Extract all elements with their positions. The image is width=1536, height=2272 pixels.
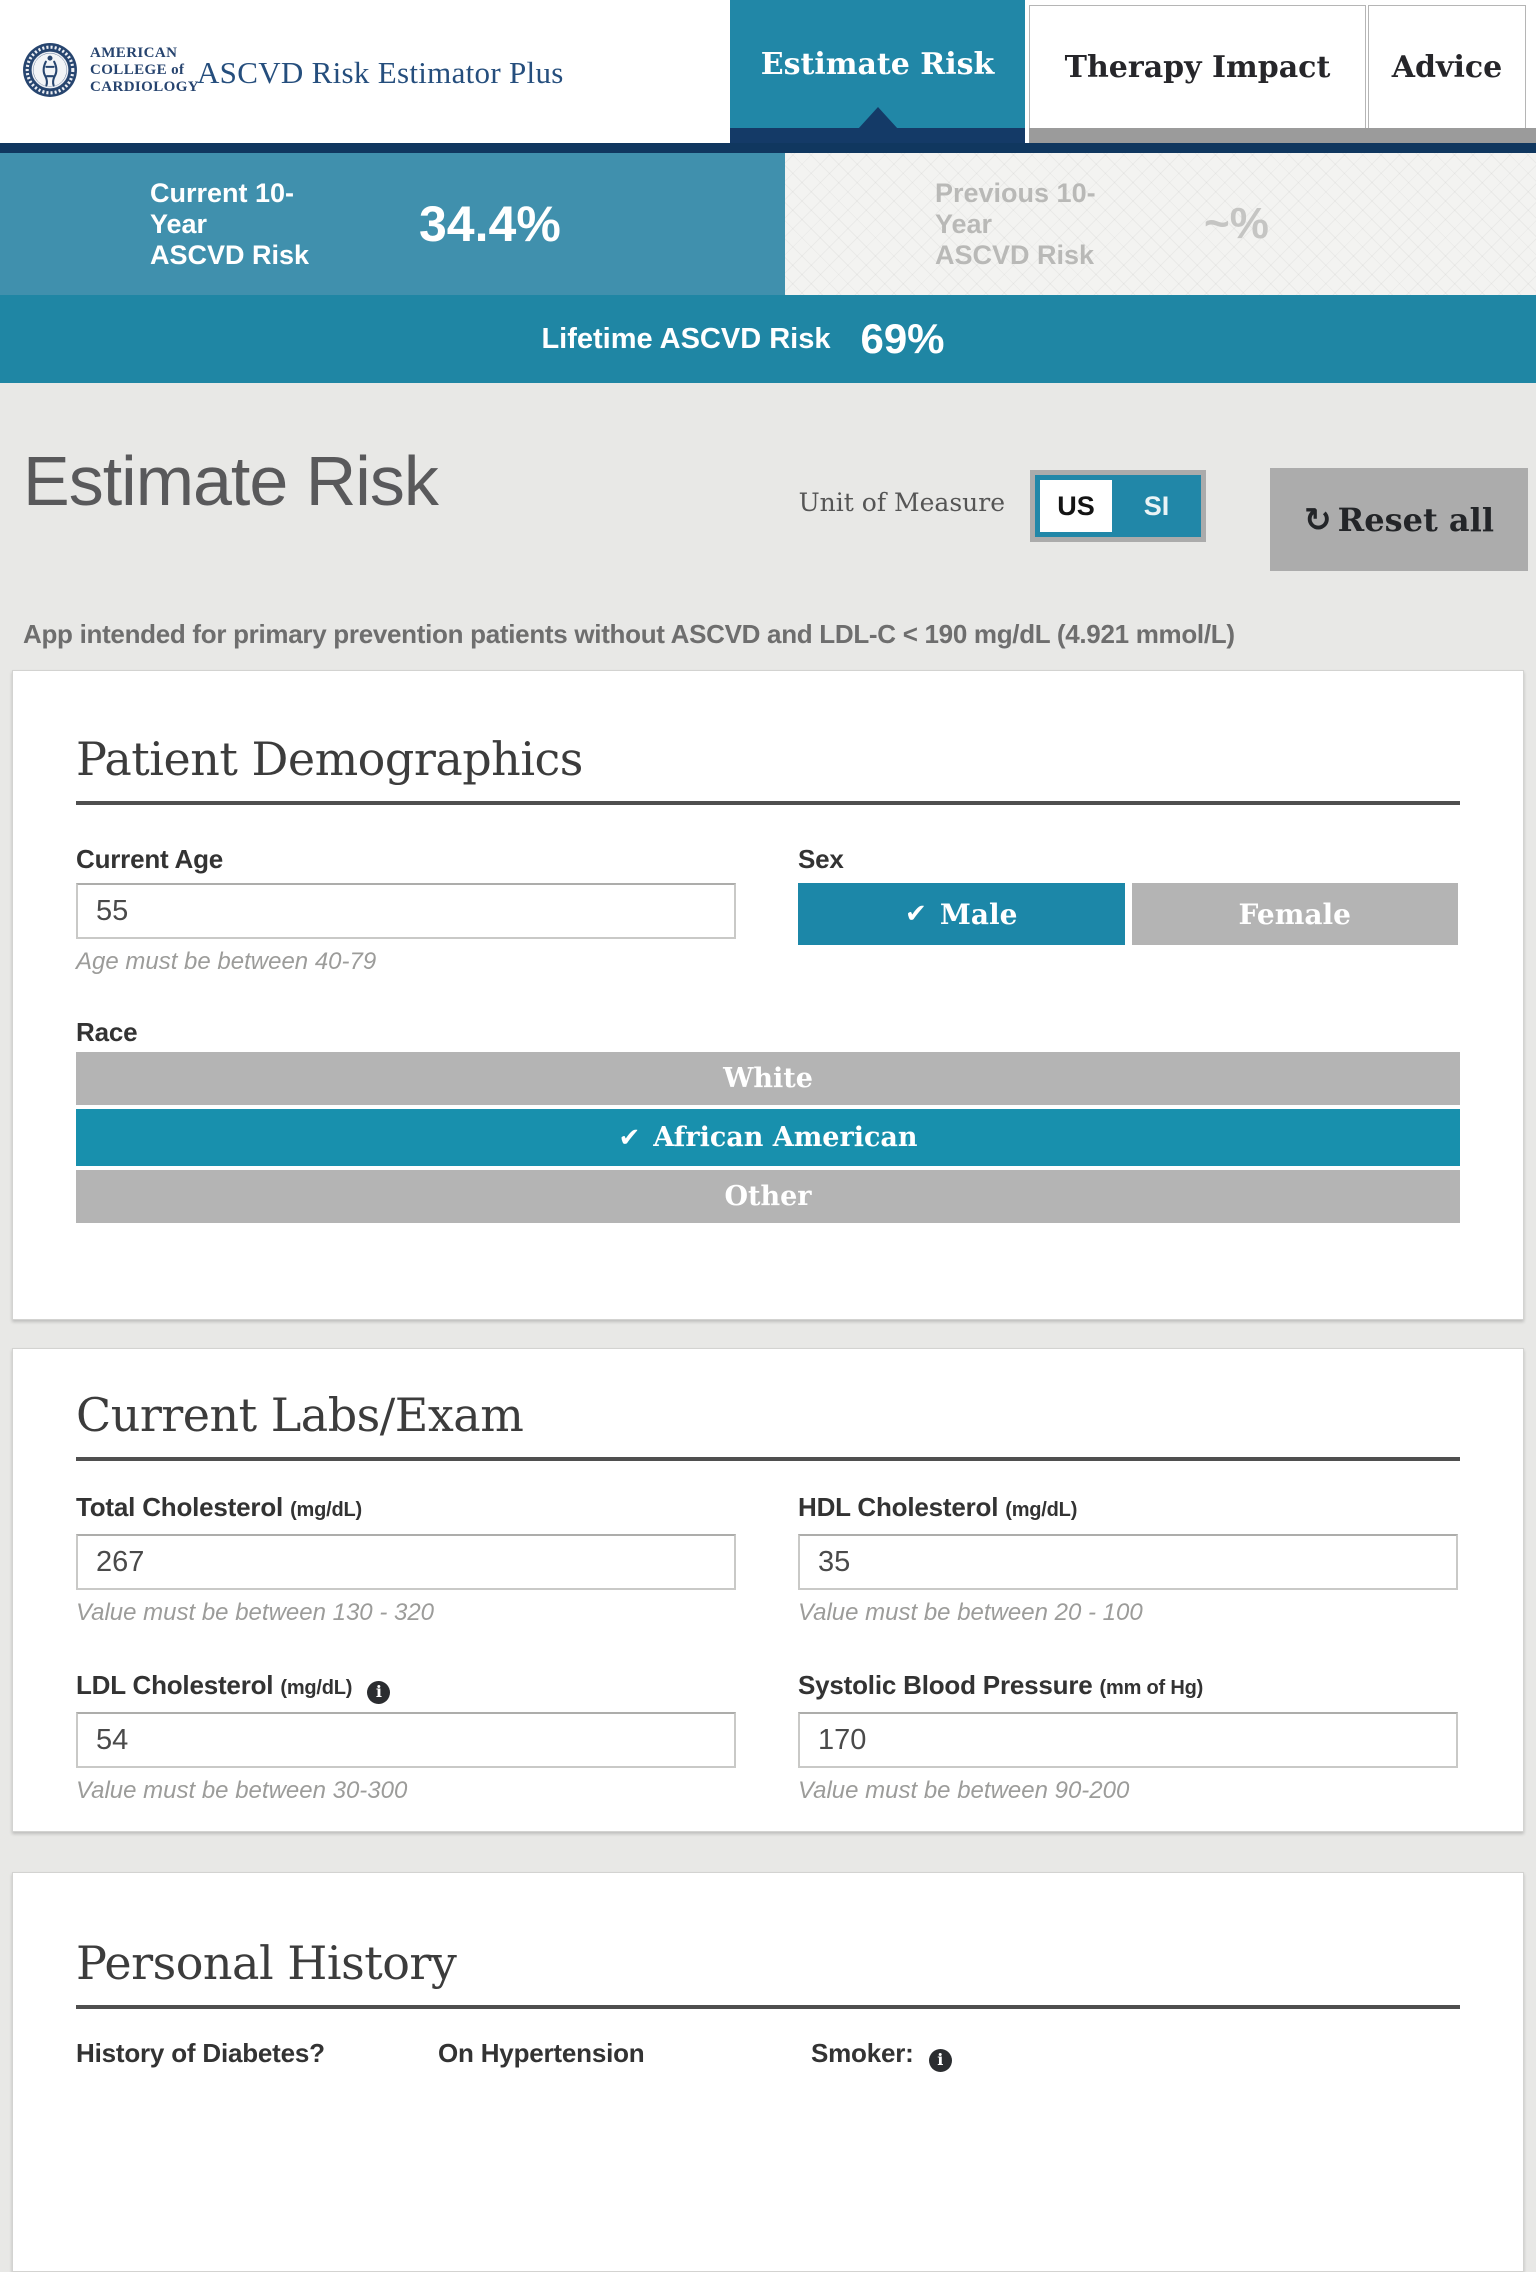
info-icon[interactable]: i <box>367 1681 390 1704</box>
app-title: ASCVD Risk Estimator Plus <box>197 55 564 91</box>
current-age-input[interactable] <box>76 883 736 939</box>
hdl-cholesterol-unit: (mg/dL) <box>1005 1499 1077 1521</box>
systolic-bp-helper: Value must be between 90-200 <box>798 1777 1458 1805</box>
previous-risk-label-line3: ASCVD Risk <box>935 240 1170 271</box>
total-cholesterol-label: Total Cholesterol (mg/dL) <box>76 1491 736 1526</box>
lifetime-risk-label: Lifetime ASCVD Risk <box>541 323 830 356</box>
section-rule <box>76 1457 1460 1461</box>
lifetime-risk-value: 69% <box>860 315 944 363</box>
hdl-cholesterol-label: HDL Cholesterol (mg/dL) <box>798 1491 1458 1526</box>
total-cholesterol-input[interactable] <box>76 1534 736 1590</box>
active-tab-underline <box>730 128 1025 143</box>
ldl-cholesterol-unit: (mg/dL) <box>280 1677 352 1699</box>
ldl-cholesterol-field: LDL Cholesterol (mg/dL) i Value must be … <box>76 1669 736 1805</box>
current-labs-card: Current Labs/Exam Total Cholesterol (mg/… <box>12 1348 1524 1832</box>
app-intended-note: App intended for primary prevention pati… <box>23 619 1513 650</box>
hdl-cholesterol-helper: Value must be between 20 - 100 <box>798 1599 1458 1627</box>
previous-risk-label: Previous 10- Year ASCVD Risk <box>935 178 1170 271</box>
current-labs-title: Current Labs/Exam <box>76 1383 1460 1447</box>
race-option-white[interactable]: White <box>76 1052 1460 1105</box>
unit-toggle-us[interactable]: US <box>1040 480 1112 532</box>
ldl-cholesterol-input[interactable] <box>76 1712 736 1768</box>
info-icon[interactable]: i <box>929 2049 952 2072</box>
systolic-bp-label-text: Systolic Blood Pressure <box>798 1670 1093 1700</box>
current-risk-value: 34.4% <box>419 195 561 253</box>
sex-label: Sex <box>798 843 1458 875</box>
tab-advice-label: Advice <box>1392 50 1502 85</box>
tab-estimate-risk-label: Estimate Risk <box>761 47 995 82</box>
app-header: AMERICAN COLLEGE of CARDIOLOGY ASCVD Ris… <box>0 0 1536 143</box>
current-risk-label-line2: Year <box>150 209 385 240</box>
section-rule <box>76 2005 1460 2009</box>
current-risk-label: Current 10- Year ASCVD Risk <box>150 178 385 271</box>
sex-option-female[interactable]: Female <box>1132 883 1459 945</box>
total-cholesterol-label-text: Total Cholesterol <box>76 1492 283 1522</box>
unit-of-measure-label: Unit of Measure <box>780 488 1005 517</box>
current-age-field: Current Age Age must be between 40-79 <box>76 843 736 976</box>
sex-option-male[interactable]: ✔ Male <box>798 883 1125 945</box>
tab-therapy-impact-label: Therapy Impact <box>1065 50 1331 85</box>
lifetime-risk-bar: Lifetime ASCVD Risk 69% <box>0 295 1536 383</box>
systolic-bp-unit: (mm of Hg) <box>1100 1677 1204 1699</box>
ldl-cholesterol-label: LDL Cholesterol (mg/dL) i <box>76 1669 736 1704</box>
header-divider-bar <box>0 143 1536 153</box>
race-label: Race <box>76 1016 1460 1048</box>
acc-logo: AMERICAN COLLEGE of CARDIOLOGY <box>22 42 199 98</box>
tab-therapy-impact[interactable]: Therapy Impact <box>1029 5 1366 128</box>
race-option-white-label: White <box>723 1063 813 1094</box>
check-icon: ✔ <box>905 899 927 929</box>
previous-risk-label-line1: Previous 10- <box>935 178 1170 209</box>
unit-toggle-si[interactable]: SI <box>1112 475 1201 537</box>
history-of-diabetes-label: History of Diabetes? <box>76 2037 438 2072</box>
inactive-tab-underline <box>1029 128 1536 143</box>
on-hypertension-label: On Hypertension <box>438 2037 811 2072</box>
acc-seal-icon <box>22 42 78 98</box>
risk-summary-bar: Current 10- Year ASCVD Risk 34.4% Previo… <box>0 153 1536 295</box>
total-cholesterol-unit: (mg/dL) <box>290 1499 362 1521</box>
page-title: Estimate Risk <box>23 441 438 521</box>
sex-option-female-label: Female <box>1239 898 1351 931</box>
personal-history-card: Personal History History of Diabetes? On… <box>12 1872 1524 2272</box>
patient-demographics-title: Patient Demographics <box>76 727 1460 791</box>
race-option-other-label: Other <box>724 1181 811 1212</box>
total-cholesterol-field: Total Cholesterol (mg/dL) Value must be … <box>76 1491 736 1627</box>
tab-advice[interactable]: Advice <box>1368 5 1526 128</box>
sex-field: Sex ✔ Male Female <box>798 843 1458 976</box>
unit-toggle[interactable]: US SI <box>1030 470 1206 542</box>
smoker-label: Smoker: i <box>811 2037 1460 2072</box>
race-option-other[interactable]: Other <box>76 1170 1460 1223</box>
ldl-cholesterol-label-text: LDL Cholesterol <box>76 1670 273 1700</box>
refresh-icon: ↻ <box>1304 500 1332 539</box>
personal-history-title: Personal History <box>76 1931 1460 1995</box>
patient-demographics-card: Patient Demographics Current Age Age mus… <box>12 670 1524 1320</box>
smoker-label-text: Smoker: <box>811 2038 914 2068</box>
systolic-bp-label: Systolic Blood Pressure (mm of Hg) <box>798 1669 1458 1704</box>
systolic-bp-input[interactable] <box>798 1712 1458 1768</box>
sex-option-male-label: Male <box>940 898 1018 931</box>
reset-all-label: Reset all <box>1338 501 1494 539</box>
previous-risk-panel: Previous 10- Year ASCVD Risk ~% <box>785 153 1536 295</box>
page-head: Estimate Risk Unit of Measure US SI ↻ Re… <box>0 383 1536 593</box>
previous-risk-value: ~% <box>1204 199 1269 249</box>
check-icon: ✔ <box>618 1123 640 1153</box>
current-risk-label-line3: ASCVD Risk <box>150 240 385 271</box>
race-option-african-american[interactable]: ✔ African American <box>76 1109 1460 1166</box>
reset-all-button[interactable]: ↻ Reset all <box>1270 468 1528 571</box>
current-risk-label-line1: Current 10- <box>150 178 385 209</box>
current-risk-panel: Current 10- Year ASCVD Risk 34.4% <box>0 153 785 295</box>
current-age-helper: Age must be between 40-79 <box>76 948 736 976</box>
current-age-label: Current Age <box>76 843 736 875</box>
hdl-cholesterol-label-text: HDL Cholesterol <box>798 1492 998 1522</box>
race-option-african-american-label: African American <box>653 1122 917 1153</box>
total-cholesterol-helper: Value must be between 130 - 320 <box>76 1599 736 1627</box>
systolic-bp-field: Systolic Blood Pressure (mm of Hg) Value… <box>798 1669 1458 1805</box>
ldl-cholesterol-helper: Value must be between 30-300 <box>76 1777 736 1805</box>
active-tab-pointer-icon <box>858 107 898 129</box>
hdl-cholesterol-input[interactable] <box>798 1534 1458 1590</box>
section-rule <box>76 801 1460 805</box>
previous-risk-label-line2: Year <box>935 209 1170 240</box>
hdl-cholesterol-field: HDL Cholesterol (mg/dL) Value must be be… <box>798 1491 1458 1627</box>
acc-logo-text: AMERICAN COLLEGE of CARDIOLOGY <box>90 45 199 96</box>
